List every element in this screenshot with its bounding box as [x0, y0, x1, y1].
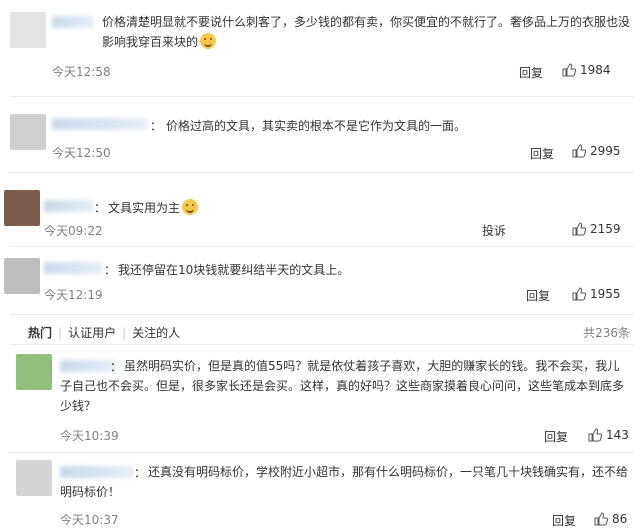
divider [10, 314, 634, 315]
like-count: 86 [612, 512, 628, 526]
comment-text: 价格过高的文具，其实卖的根本不是它作为文具的一面。 [166, 119, 467, 133]
tab-separator: | [58, 325, 63, 340]
avatar[interactable] [10, 12, 46, 48]
username[interactable] [44, 200, 94, 212]
divider [10, 246, 634, 247]
avatar[interactable] [10, 114, 46, 150]
tab-verified[interactable]: 认证用户 [68, 324, 116, 341]
smile-emoji-icon [182, 199, 199, 215]
tab-following[interactable]: 关注的人 [132, 324, 180, 341]
username[interactable] [52, 16, 94, 28]
comment-text: 还真没有明码标价，学校附近小超市，那有什么明码标价，一只笔几十块钱确实有，还不给… [60, 465, 629, 499]
thumbs-up-icon [572, 287, 586, 301]
like-count: 2159 [590, 222, 621, 236]
comment-time: 今天10:37 [60, 513, 119, 527]
thumbs-up-icon [572, 144, 586, 158]
like-button[interactable]: 143 [588, 428, 629, 442]
comment-filter-tabs: 热门 | 认证用户 | 关注的人 [28, 324, 180, 341]
comment-item: ： 我还停留在10块钱就要纠结半天的文具上。 今天12:19 回复 1955 [0, 250, 640, 310]
comment-item: ： 虽然明码实价，但是真的值55吗？就是依仗着孩子喜欢，大胆的赚家长的钱。我不会… [0, 348, 640, 448]
divider [10, 452, 634, 453]
comment-time: 今天12:58 [52, 65, 111, 79]
colon: ： [104, 263, 117, 277]
like-button[interactable]: 2995 [572, 144, 621, 158]
colon: ： [94, 201, 107, 215]
report-button[interactable]: 投诉 [482, 222, 506, 239]
reply-button[interactable]: 回复 [526, 287, 550, 304]
thumbs-up-icon [572, 222, 586, 236]
smile-emoji-icon [200, 33, 217, 49]
tab-separator: | [122, 325, 127, 340]
comment-item: ： 还真没有明码标价，学校附近小超市，那有什么明码标价，一只笔几十块钱确实有，还… [0, 456, 640, 529]
like-button[interactable]: 2159 [572, 222, 621, 236]
comment-text: 我还停留在10块钱就要纠结半天的文具上。 [118, 263, 350, 277]
comment-time: 今天12:19 [44, 288, 103, 302]
reply-button[interactable]: 回复 [530, 145, 554, 162]
like-count: 143 [606, 428, 629, 442]
avatar[interactable] [16, 354, 52, 390]
reply-button[interactable]: 回复 [552, 512, 576, 529]
colon: ： [150, 119, 163, 133]
avatar[interactable] [4, 258, 40, 294]
username[interactable] [52, 118, 147, 130]
like-button[interactable]: 1955 [572, 287, 621, 301]
avatar[interactable] [4, 190, 40, 226]
comment-item: 价格清楚明显就不要说什么刺客了，多少钱的都有卖，你买便宜的不就行了。奢侈品上万的… [0, 0, 640, 92]
like-button[interactable]: 1984 [562, 63, 611, 77]
thumbs-up-icon [588, 428, 602, 442]
comment-time: 今天12:50 [52, 146, 111, 160]
like-count: 1955 [590, 287, 621, 301]
tab-hot[interactable]: 热门 [28, 324, 52, 341]
like-count: 2995 [590, 144, 621, 158]
comment-time: 今天09:22 [44, 224, 103, 238]
comment-item: ： 价格过高的文具，其实卖的根本不是它作为文具的一面。 今天12:50 回复 2… [0, 100, 640, 172]
divider [10, 96, 634, 97]
like-button[interactable]: 86 [594, 512, 627, 526]
thumbs-up-icon [562, 63, 576, 77]
comment-total: 共236条 [583, 326, 630, 340]
divider [10, 344, 634, 345]
comment-item: ： 文具实用为主 今天09:22 投诉 2159 [0, 176, 640, 244]
like-count: 1984 [580, 63, 611, 77]
comment-text: 文具实用为主 [108, 198, 608, 218]
thumbs-up-icon [594, 512, 608, 526]
divider [10, 172, 634, 173]
comment-time: 今天10:39 [60, 429, 119, 443]
username[interactable] [44, 262, 102, 274]
comment-text: 价格清楚明显就不要说什么刺客了，多少钱的都有卖，你买便宜的不就行了。奢侈品上万的… [102, 15, 631, 49]
reply-button[interactable]: 回复 [544, 428, 568, 445]
reply-button[interactable]: 回复 [519, 64, 543, 81]
avatar[interactable] [16, 460, 52, 496]
comment-text: 虽然明码实价，但是真的值55吗？就是依仗着孩子喜欢，大胆的赚家长的钱。我不会买，… [60, 359, 625, 413]
